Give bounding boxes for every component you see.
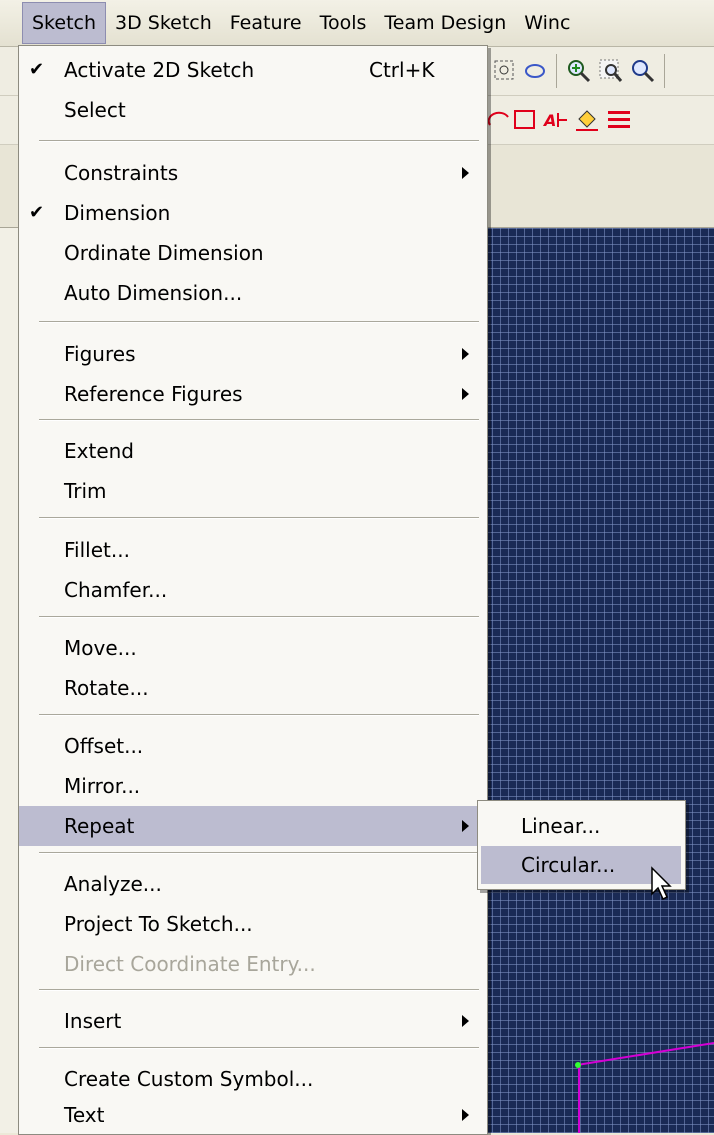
menu-item-select[interactable]: Select [19,90,487,130]
menu-separator [39,517,479,519]
checkmark-icon: ✔ [29,59,45,80]
menu-item-constraints[interactable]: Constraints [19,153,487,193]
menu-3d-sketch[interactable]: 3D Sketch [106,3,221,43]
menu-item-rotate[interactable]: Rotate... [19,668,487,708]
zoom-window-icon[interactable] [492,58,518,84]
checkmark-icon: ✔ [29,202,45,223]
menu-separator [39,714,479,716]
line-style-icon[interactable] [606,107,632,133]
menu-item-offset[interactable]: Offset... [19,726,487,766]
submenu-arrow-icon [462,1109,469,1121]
svg-text:A: A [543,111,556,130]
menu-separator [39,321,479,323]
toolbar-separator [664,54,665,88]
menu-item-insert[interactable]: Insert [19,1001,487,1041]
mouse-pointer-icon [651,866,672,901]
toolbar-separator [556,54,557,88]
menu-item-mirror[interactable]: Mirror... [19,766,487,806]
arc-icon[interactable] [488,107,514,133]
submenu-item-linear[interactable]: Linear... [481,807,681,845]
menu-window[interactable]: Winc [515,3,579,43]
menu-item-figures[interactable]: Figures [19,334,487,374]
menu-bar: Sketch 3D Sketch Feature Tools Team Desi… [0,0,714,47]
menu-item-reference-figures[interactable]: Reference Figures [19,374,487,414]
menu-item-direct-coordinate-entry: Direct Coordinate Entry... [64,952,316,976]
rectangle-icon[interactable] [512,107,538,133]
menu-item-dimension[interactable]: ✔ Dimension [19,193,487,233]
menu-item-auto-dimension[interactable]: Auto Dimension... [19,273,487,313]
menu-item-fillet[interactable]: Fillet... [19,530,487,570]
menu-team-design[interactable]: Team Design [375,3,515,43]
menu-separator [39,616,479,618]
menu-separator [39,140,479,142]
zoom-in-icon[interactable] [566,58,592,84]
submenu-arrow-icon [462,388,469,400]
menu-item-extend[interactable]: Extend [19,431,487,471]
menu-item-text[interactable]: Text [19,1095,487,1134]
menu-feature[interactable]: Feature [221,3,311,43]
sketch-menu: ✔ Activate 2D Sketch Ctrl+K Select Const… [18,45,488,1135]
menu-item-activate-2d-sketch[interactable]: ✔ Activate 2D Sketch Ctrl+K [19,50,487,90]
menu-item-analyze[interactable]: Analyze... [19,864,487,904]
menu-item-ordinate-dimension[interactable]: Ordinate Dimension [19,233,487,273]
menu-separator [39,1047,479,1049]
zoom-area-icon[interactable] [598,58,624,84]
menu-separator [39,852,479,854]
text-icon[interactable]: A [543,107,569,133]
menu-item-create-custom-symbol[interactable]: Create Custom Symbol... [19,1059,487,1099]
submenu-arrow-icon [462,820,469,832]
menu-tools[interactable]: Tools [311,3,376,43]
menu-item-trim[interactable]: Trim [19,471,487,511]
submenu-arrow-icon [462,167,469,179]
menu-item-project-to-sketch[interactable]: Project To Sketch... [19,904,487,944]
menu-separator [39,419,479,421]
menu-sketch[interactable]: Sketch [22,2,107,44]
fill-icon[interactable] [574,107,600,133]
menu-item-repeat[interactable]: Repeat [19,806,487,846]
menu-bar-grip [0,0,22,46]
submenu-arrow-icon [462,1015,469,1027]
menu-item-chamfer[interactable]: Chamfer... [19,570,487,610]
lasso-select-icon[interactable] [522,58,548,84]
menu-item-move[interactable]: Move... [19,628,487,668]
submenu-arrow-icon [462,348,469,360]
shortcut-label: Ctrl+K [369,58,435,82]
zoom-icon[interactable] [630,58,656,84]
menu-separator [39,989,479,991]
